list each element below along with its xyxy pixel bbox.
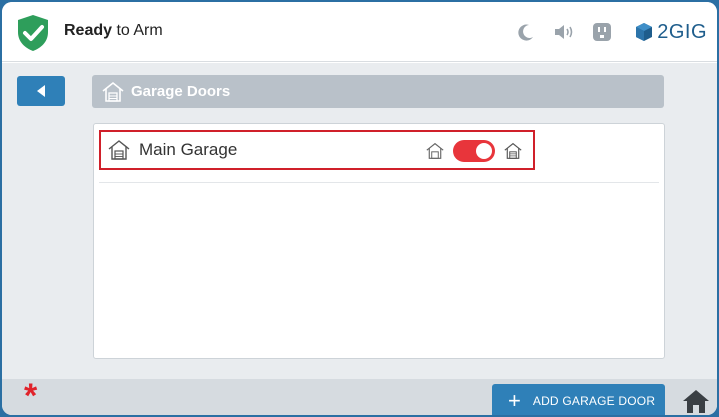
brand-text: 2GIG bbox=[657, 20, 707, 43]
speaker-icon[interactable] bbox=[553, 21, 575, 43]
page-title-bar: Garage Doors bbox=[92, 75, 664, 108]
garage-open-icon bbox=[426, 142, 444, 159]
status-rest: to Arm bbox=[112, 22, 163, 39]
shield-check-icon[interactable] bbox=[16, 14, 50, 52]
header-icons: 2GIG bbox=[515, 16, 707, 48]
screen: Ready to Arm 2GIG Garage Doors Main Gara… bbox=[2, 2, 717, 415]
brand-logo: 2GIG bbox=[635, 21, 707, 44]
arm-status: Ready to Arm bbox=[64, 22, 163, 40]
back-button[interactable] bbox=[17, 76, 65, 106]
garage-door-toggle[interactable] bbox=[453, 140, 495, 162]
asterisk-menu-icon[interactable]: * bbox=[24, 379, 37, 413]
home-icon[interactable] bbox=[682, 388, 710, 414]
plus-icon: + bbox=[508, 388, 521, 413]
outlet-icon[interactable] bbox=[591, 21, 613, 43]
status-header: Ready to Arm 2GIG bbox=[2, 2, 717, 62]
moon-icon[interactable] bbox=[515, 21, 537, 43]
brand-cube-icon bbox=[636, 23, 653, 41]
garage-controls bbox=[425, 140, 523, 162]
garage-icon bbox=[108, 140, 130, 160]
add-garage-door-label: ADD GARAGE DOOR bbox=[532, 394, 656, 408]
back-arrow-icon bbox=[37, 85, 45, 97]
page-title: Garage Doors bbox=[131, 83, 231, 100]
garage-name: Main Garage bbox=[139, 140, 238, 159]
garage-row-main[interactable]: Main Garage bbox=[99, 130, 535, 170]
add-garage-door-button[interactable]: + ADD GARAGE DOOR bbox=[492, 384, 665, 415]
row-divider bbox=[99, 182, 659, 183]
toggle-knob bbox=[476, 143, 492, 159]
status-bold: Ready bbox=[64, 22, 113, 39]
garage-list-panel: Main Garage bbox=[93, 123, 665, 359]
device-frame: Ready to Arm 2GIG Garage Doors Main Gara… bbox=[0, 0, 719, 417]
garage-closed-icon bbox=[504, 142, 522, 159]
garage-icon bbox=[102, 81, 124, 102]
